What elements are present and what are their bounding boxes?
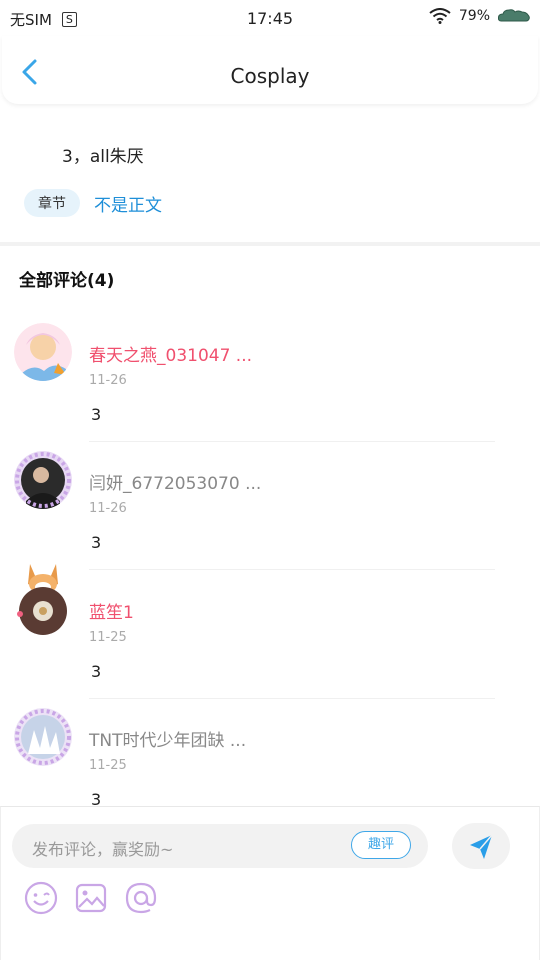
comment-separator: [89, 441, 495, 442]
comment-separator: [89, 698, 495, 699]
comment-text: 3: [91, 662, 102, 681]
status-bar: 无SIM S 17:45 79%: [0, 0, 540, 36]
comment-author[interactable]: 蓝笙1: [89, 598, 134, 623]
wifi-icon: [429, 8, 451, 24]
send-button[interactable]: [452, 823, 510, 869]
comment-text: 3: [91, 405, 102, 424]
comment-input[interactable]: 发布评论，赢奖励~ 趣评: [12, 824, 428, 868]
page-title: Cosplay: [230, 64, 310, 88]
chapter-tag-row: 章节 不是正文: [24, 189, 162, 217]
avatar[interactable]: [14, 708, 72, 766]
comment-author[interactable]: 闫妍_6772053070 ...: [89, 469, 261, 494]
battery-icon: [498, 9, 530, 22]
comment-date: 11-25: [89, 758, 127, 773]
comment-text: 3: [91, 533, 102, 552]
comment-date: 11-26: [89, 501, 127, 516]
image-icon[interactable]: [73, 880, 109, 916]
chapter-tag: 章节: [24, 189, 80, 217]
header: Cosplay: [2, 36, 538, 104]
comment-author[interactable]: TNT时代少年团缺 ...: [89, 726, 246, 751]
send-icon: [470, 834, 493, 859]
comment-item[interactable]: 闫妍_6772053070 ... 11-26 3: [0, 451, 540, 579]
comment-composer: 发布评论，赢奖励~ 趣评: [0, 806, 540, 960]
comment-item[interactable]: 春天之燕_031047 ... 11-26 3: [0, 323, 540, 451]
comment-author[interactable]: 春天之燕_031047 ...: [89, 341, 252, 366]
mention-icon[interactable]: [123, 880, 159, 916]
comment-date: 11-25: [89, 630, 127, 645]
comment-item[interactable]: 蓝笙1 11-25 3: [0, 564, 540, 708]
section-divider: [0, 242, 540, 246]
status-right: 79%: [429, 8, 530, 24]
avatar[interactable]: [14, 323, 72, 381]
battery-percent: 79%: [458, 8, 490, 24]
comment-input-placeholder: 发布评论，赢奖励~: [32, 840, 174, 859]
chapter-text: 3，all朱厌: [62, 147, 144, 167]
comment-date: 11-26: [89, 373, 127, 388]
comment-separator: [89, 569, 495, 570]
avatar[interactable]: [14, 451, 72, 509]
avatar[interactable]: [14, 562, 72, 638]
chapter-link[interactable]: 不是正文: [94, 191, 162, 216]
quping-button[interactable]: 趣评: [351, 831, 411, 859]
comments-heading: 全部评论(4): [19, 271, 115, 291]
emoji-icon[interactable]: [23, 880, 59, 916]
